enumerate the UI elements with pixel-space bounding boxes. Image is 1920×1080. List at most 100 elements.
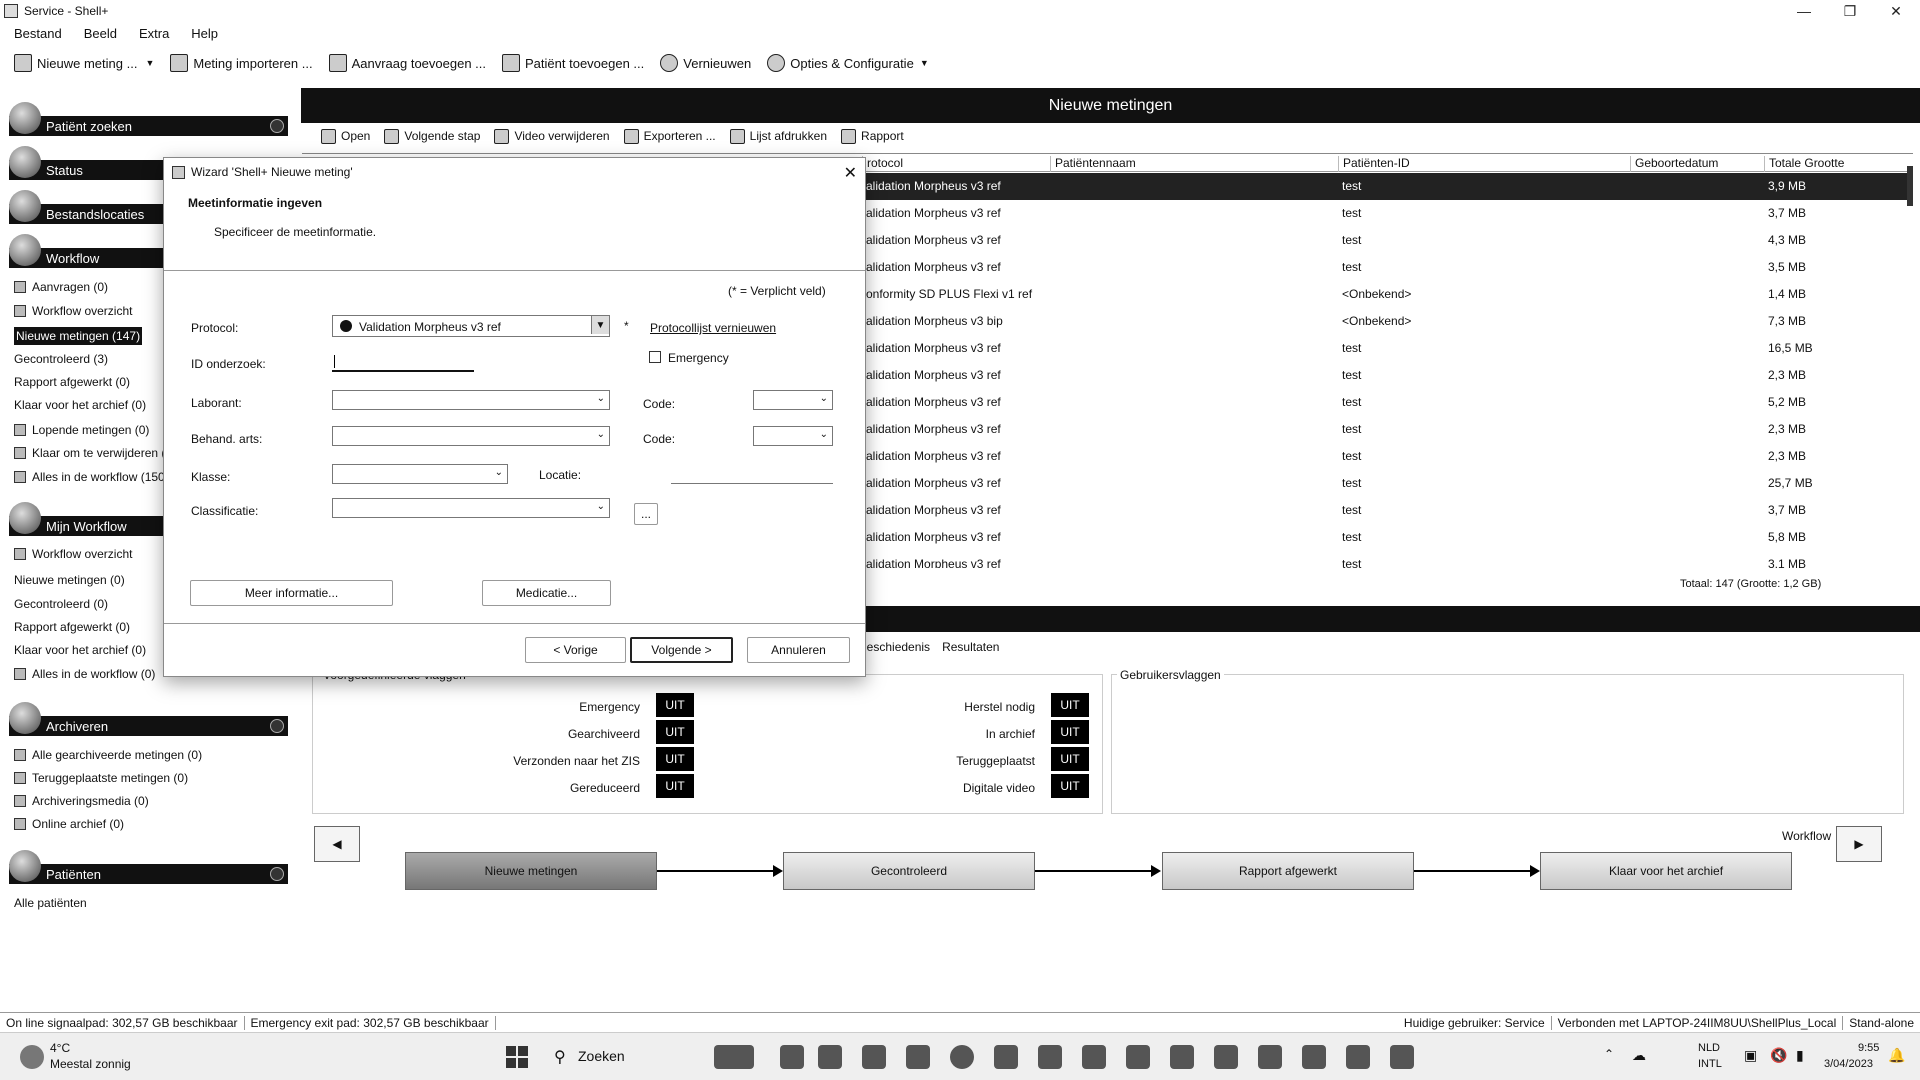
refresh-protocols-link[interactable]: Protocollijst vernieuwen bbox=[650, 321, 776, 335]
sidebar-item-archive-media[interactable]: Archiveringsmedia (0) bbox=[14, 792, 149, 810]
sidebar-item-report-done[interactable]: Rapport afgewerkt (0) bbox=[14, 373, 130, 391]
doctor-select[interactable]: ⌄ bbox=[332, 426, 610, 446]
taskbar-app-icon[interactable] bbox=[1346, 1045, 1370, 1069]
flag-value[interactable]: UIT bbox=[656, 747, 694, 771]
taskbar-app-icon[interactable] bbox=[818, 1045, 842, 1069]
emergency-checkbox[interactable] bbox=[649, 351, 661, 363]
class-select[interactable]: ⌄ bbox=[332, 464, 508, 484]
sidebar-item-my-report[interactable]: Rapport afgewerkt (0) bbox=[14, 618, 130, 636]
language-indicator[interactable]: NLD bbox=[1698, 1042, 1720, 1054]
cloud-icon[interactable]: ☁ bbox=[1632, 1047, 1646, 1064]
folder-icon[interactable] bbox=[906, 1045, 930, 1069]
more-info-button[interactable]: Meer informatie... bbox=[190, 580, 393, 606]
menu-bestand[interactable]: Bestand bbox=[14, 26, 62, 41]
restore-icon[interactable]: ❐ bbox=[1827, 0, 1873, 22]
close-icon[interactable]: ✕ bbox=[844, 163, 857, 183]
medication-button[interactable]: Medicatie... bbox=[482, 580, 611, 606]
taskbar-app-icon[interactable] bbox=[1214, 1045, 1238, 1069]
flag-value[interactable]: UIT bbox=[1051, 720, 1089, 744]
open-button[interactable]: Open bbox=[321, 122, 370, 150]
tab-history[interactable]: geschiedenis bbox=[860, 640, 930, 654]
taskbar-search[interactable]: Zoeken bbox=[578, 1048, 625, 1064]
chevron-down-icon[interactable]: ▼ bbox=[591, 316, 609, 334]
sidebar-item-all-archived[interactable]: Alle gearchiveerde metingen (0) bbox=[14, 746, 202, 764]
stage-report-done[interactable]: Rapport afgewerkt bbox=[1162, 852, 1414, 890]
protocol-select[interactable]: Validation Morpheus v3 ref ▼ bbox=[332, 315, 610, 337]
battery-icon[interactable]: ▮ bbox=[1796, 1047, 1804, 1064]
scrollbar-thumb[interactable] bbox=[1907, 166, 1913, 206]
workflow-back-button[interactable]: ◀ bbox=[314, 826, 360, 862]
clock-time[interactable]: 9:55 bbox=[1858, 1042, 1879, 1054]
taskbar-app-icon[interactable] bbox=[780, 1045, 804, 1069]
menu-extra[interactable]: Extra bbox=[139, 26, 169, 41]
add-patient-button[interactable]: Patiënt toevoegen ... bbox=[502, 49, 644, 77]
menu-help[interactable]: Help bbox=[191, 26, 218, 41]
sidebar-item-new-measurements[interactable]: Nieuwe metingen (147) bbox=[14, 327, 143, 345]
sidebar-item-online-archive[interactable]: Online archief (0) bbox=[14, 815, 124, 833]
sidebar-item-my-all[interactable]: Alles in de workflow (0) bbox=[14, 665, 155, 683]
taskbar-app-icon[interactable] bbox=[1302, 1045, 1326, 1069]
report-button[interactable]: Rapport bbox=[841, 122, 904, 150]
close-icon[interactable]: ✕ bbox=[1873, 0, 1919, 22]
col-patient-name[interactable]: Patiëntennaam bbox=[1050, 156, 1136, 172]
col-size[interactable]: Totale Grootte bbox=[1764, 156, 1844, 172]
location-input[interactable] bbox=[671, 464, 833, 484]
col-patient-id[interactable]: Patiënten-ID bbox=[1338, 156, 1410, 172]
doctor-code-select[interactable]: ⌄ bbox=[753, 426, 833, 446]
sidebar-item-my-checked[interactable]: Gecontroleerd (0) bbox=[14, 595, 108, 613]
export-button[interactable]: Exporteren ... bbox=[623, 122, 716, 150]
stage-checked[interactable]: Gecontroleerd bbox=[783, 852, 1035, 890]
study-id-input[interactable] bbox=[332, 352, 474, 372]
refresh-button[interactable]: Vernieuwen bbox=[660, 49, 751, 77]
sidebar-item-ready-archive[interactable]: Klaar voor het archief (0) bbox=[14, 396, 146, 414]
taskbar-app-icon[interactable] bbox=[862, 1045, 886, 1069]
sidebar-item-my-overview[interactable]: Workflow overzicht bbox=[14, 545, 132, 563]
taskbar-app-icon[interactable] bbox=[1258, 1045, 1282, 1069]
flag-value[interactable]: UIT bbox=[656, 693, 694, 717]
sidebar-item-all-patients[interactable]: Alle patiënten bbox=[14, 894, 87, 912]
notification-icon[interactable]: 🔔 bbox=[1888, 1047, 1905, 1064]
classification-select[interactable]: ⌄ bbox=[332, 498, 610, 518]
flag-value[interactable]: UIT bbox=[1051, 693, 1089, 717]
speaker-muted-icon[interactable]: 🔇 bbox=[1770, 1047, 1787, 1064]
collapse-icon[interactable] bbox=[270, 867, 284, 881]
chevron-up-icon[interactable]: ⌃ bbox=[1604, 1047, 1614, 1061]
taskbar-app-icon[interactable] bbox=[1126, 1045, 1150, 1069]
stage-new-measurements[interactable]: Nieuwe metingen bbox=[405, 852, 657, 890]
archive-header[interactable]: Archiveren bbox=[9, 702, 288, 736]
collapse-icon[interactable] bbox=[270, 719, 284, 733]
laborant-select[interactable]: ⌄ bbox=[332, 390, 610, 410]
sidebar-item-my-archive[interactable]: Klaar voor het archief (0) bbox=[14, 641, 146, 659]
minimize-icon[interactable]: — bbox=[1781, 0, 1827, 22]
search-icon[interactable]: ⚲ bbox=[554, 1047, 566, 1067]
windows-start-icon[interactable] bbox=[506, 1046, 528, 1068]
word-icon[interactable] bbox=[1038, 1045, 1062, 1069]
sidebar-item-all-workflow[interactable]: Alles in de workflow (150 bbox=[14, 468, 165, 486]
flag-value[interactable]: UIT bbox=[1051, 774, 1089, 798]
patient-search-header[interactable]: Patiënt zoeken bbox=[9, 102, 288, 136]
workflow-forward-button[interactable]: ▶ bbox=[1836, 826, 1882, 862]
sidebar-item-my-new[interactable]: Nieuwe metingen (0) bbox=[14, 571, 125, 589]
col-birthdate[interactable]: Geboortedatum bbox=[1630, 156, 1718, 172]
add-request-button[interactable]: Aanvraag toevoegen ... bbox=[328, 49, 486, 77]
new-measurement-button[interactable]: Nieuwe meting ... ▼ bbox=[14, 49, 154, 77]
terminal-icon[interactable] bbox=[994, 1045, 1018, 1069]
spotify-icon[interactable] bbox=[950, 1045, 974, 1069]
sidebar-item-checked[interactable]: Gecontroleerd (3) bbox=[14, 350, 108, 368]
clock-date[interactable]: 3/04/2023 bbox=[1824, 1058, 1873, 1070]
print-list-button[interactable]: Lijst afdrukken bbox=[729, 122, 827, 150]
laborant-code-select[interactable]: ⌄ bbox=[753, 390, 833, 410]
network-icon[interactable]: ▣ bbox=[1744, 1047, 1757, 1064]
import-measurement-button[interactable]: Meting importeren ... bbox=[170, 49, 313, 77]
taskbar-app-icon[interactable] bbox=[714, 1045, 754, 1069]
delete-video-button[interactable]: Video verwijderen bbox=[494, 122, 610, 150]
collapse-icon[interactable] bbox=[270, 119, 284, 133]
options-button[interactable]: Opties & Configuratie ▼ bbox=[767, 49, 929, 77]
col-protocol[interactable]: rotocol bbox=[862, 156, 903, 172]
weather-icon[interactable] bbox=[20, 1045, 44, 1069]
taskbar-app-icon[interactable] bbox=[1170, 1045, 1194, 1069]
classification-browse-button[interactable]: ... bbox=[634, 503, 658, 525]
menu-beeld[interactable]: Beeld bbox=[84, 26, 117, 41]
sidebar-item-to-delete[interactable]: Klaar om te verwijderen ( bbox=[14, 444, 165, 462]
discord-icon[interactable] bbox=[1082, 1045, 1106, 1069]
